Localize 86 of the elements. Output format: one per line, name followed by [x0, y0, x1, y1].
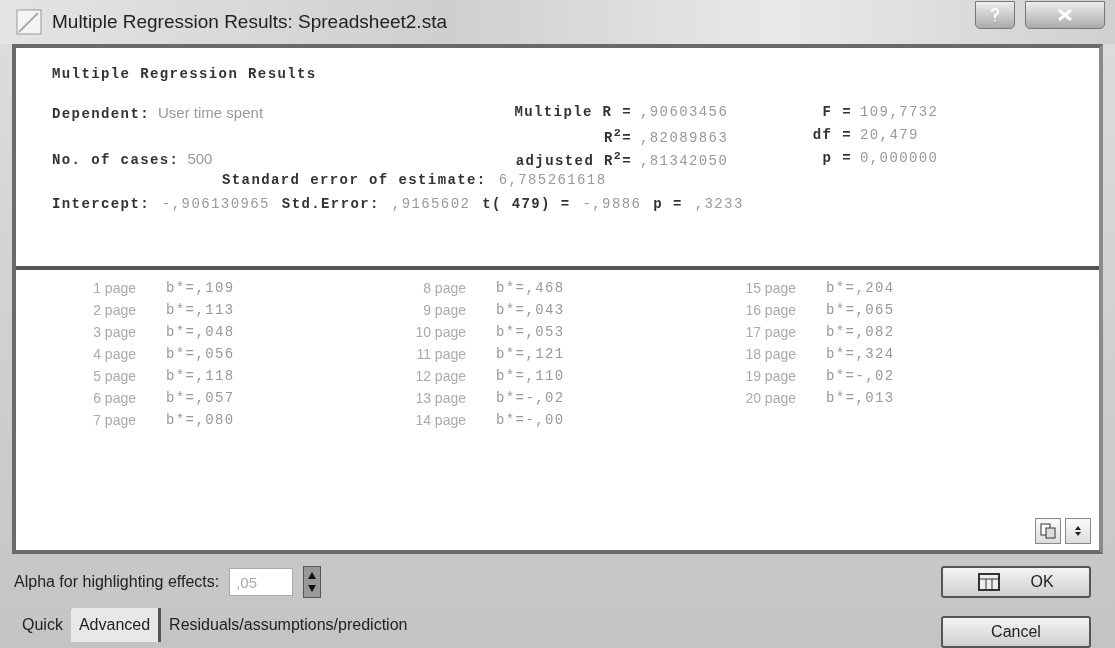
stat-label: df = — [811, 126, 852, 143]
stat-value: 20,479 — [860, 126, 919, 143]
beta-value: b*=,065 — [826, 301, 896, 320]
predictor-label: 9 page — [422, 301, 467, 320]
stat-label: p = — [653, 195, 683, 212]
stat-value: ,3233 — [694, 195, 744, 212]
stat-value: ,82089863 — [640, 130, 729, 147]
beta-value: b*=-,00 — [496, 411, 566, 430]
help-icon — [990, 7, 1000, 22]
stat-value: -,9886 — [582, 195, 642, 212]
beta-value: b*=,057 — [166, 389, 236, 408]
stat-value: ,81342050 — [640, 153, 729, 170]
predictor-label: 7 page — [92, 411, 137, 430]
beta-value: b*=,056 — [166, 345, 236, 364]
predictor-label: 3 page — [92, 323, 137, 342]
alpha-label: Alpha for highlighting effects: — [14, 573, 220, 591]
help-button[interactable] — [975, 0, 1015, 29]
beta-value: b*=,121 — [496, 345, 566, 364]
beta-value: b*=,080 — [166, 411, 236, 430]
beta-value: b*=,043 — [496, 301, 566, 320]
stat-label: t( 479) = — [482, 195, 571, 212]
stat-value: -,906130965 — [162, 195, 270, 212]
stat-value: 0,000000 — [860, 149, 939, 166]
beta-value: b*=-,02 — [496, 389, 566, 408]
beta-value: b*=,468 — [496, 279, 566, 298]
beta-value: b*=,118 — [166, 367, 236, 386]
copy-button[interactable] — [1035, 518, 1061, 544]
tab[interactable]: Advanced — [70, 608, 162, 642]
beta-value: b*=,204 — [826, 279, 896, 298]
cancel-button[interactable]: Cancel — [941, 616, 1091, 648]
stat-label: Standard error of estimate: — [222, 171, 487, 188]
spinner[interactable] — [303, 566, 322, 598]
ok-button[interactable]: OK — [941, 566, 1091, 598]
predictor-label: 5 page — [92, 367, 137, 386]
stat-value: ,9165602 — [391, 195, 471, 212]
predictor-label: 2 page — [92, 301, 137, 320]
beta-value: b*=,113 — [166, 301, 236, 320]
beta-value: b*=,048 — [166, 323, 236, 342]
stat-label: Dependent: — [52, 105, 150, 122]
expand-button[interactable] — [1065, 518, 1091, 544]
stat-value: ,90603456 — [640, 103, 729, 120]
tab[interactable]: Residuals/assumptions/prediction — [161, 608, 416, 642]
stat-label: R$^{2}$= — [602, 126, 632, 147]
stat-label: Intercept: — [52, 195, 150, 212]
beta-value: b*=-,02 — [826, 367, 896, 386]
stat-label: F = — [821, 103, 852, 120]
beta-value: b*=,053 — [496, 323, 566, 342]
stat-label: p = — [821, 149, 852, 166]
beta-value: b*=,324 — [826, 345, 896, 364]
predictor-label: 4 page — [92, 345, 137, 364]
window-title: Multiple Regression Results: Spreadsheet2.sta — [52, 10, 448, 33]
tab[interactable]: Quick — [14, 608, 71, 642]
predictor-label: 12 page — [414, 367, 467, 386]
predictor-label: 10 page — [414, 323, 467, 342]
predictor-label: 15 page — [744, 279, 797, 298]
predictor-label: 20 page — [744, 389, 797, 408]
beta-value: b*=,013 — [826, 389, 896, 408]
beta-value: b*=,109 — [166, 279, 236, 298]
close-button[interactable] — [1025, 0, 1105, 29]
stat-value: 500 — [187, 149, 213, 167]
stat-value: 109,7732 — [860, 103, 939, 120]
grid-icon — [978, 573, 1001, 591]
stat-label: No. of cases: — [52, 151, 180, 168]
results-heading: Multiple Regression Results — [52, 65, 318, 82]
stat-label: adjusted R$^{2}$= — [514, 149, 632, 170]
stat-label: Multiple R = — [513, 103, 632, 120]
beta-value: b*=,110 — [496, 367, 566, 386]
copy-icon — [1040, 523, 1056, 539]
up-down-icon — [1074, 525, 1082, 537]
up-down-icon — [307, 570, 318, 594]
predictor-label: 14 page — [414, 411, 467, 430]
predictor-label: 19 page — [744, 367, 797, 386]
stat-value: 6,785261618 — [498, 171, 607, 188]
predictor-label: 18 page — [744, 345, 797, 364]
close-icon — [1058, 8, 1072, 21]
predictor-label: 13 page — [414, 389, 467, 408]
stat-value: User time spent — [158, 103, 264, 121]
beta-value: b*=,082 — [826, 323, 896, 342]
predictor-label: 6 page — [92, 389, 137, 408]
predictor-label: 8 page — [422, 279, 467, 298]
predictor-label: 17 page — [744, 323, 797, 342]
app-icon — [16, 8, 42, 35]
predictor-label: 1 page — [92, 279, 137, 298]
stat-label: Std.Error: — [281, 195, 380, 212]
predictor-label: 16 page — [744, 301, 797, 320]
predictor-label: 11 page — [415, 345, 467, 364]
